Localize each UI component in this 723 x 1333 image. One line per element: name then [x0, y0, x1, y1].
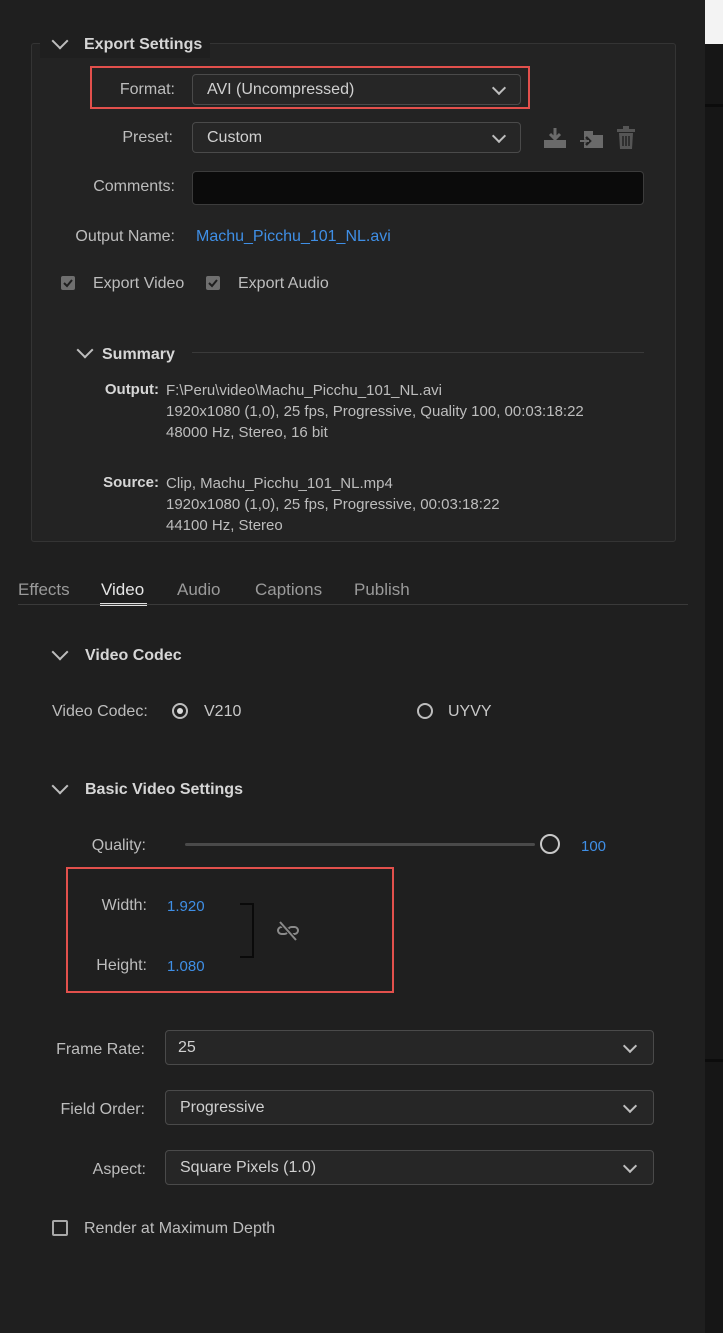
basic-video-settings-title: Basic Video Settings	[85, 781, 243, 798]
quality-label: Quality:	[91, 837, 146, 854]
video-codec-toggle[interactable]: Video Codec	[50, 643, 200, 667]
codec-option-v210[interactable]: V210	[172, 702, 252, 722]
field-order-dropdown[interactable]: Progressive	[165, 1090, 654, 1125]
preset-value: Custom	[207, 128, 263, 146]
render-max-depth-checkbox[interactable]: Render at Maximum Depth	[52, 1219, 292, 1241]
tab-effects[interactable]: Effects	[18, 580, 70, 600]
chevron-down-icon	[51, 643, 69, 661]
summary-output-audio: 48000 Hz, Stereo, 16 bit	[166, 424, 328, 441]
chevron-down-icon	[51, 777, 69, 795]
tab-bar-divider	[18, 604, 688, 605]
field-order-value: Progressive	[180, 1098, 265, 1116]
checkbox-unchecked-icon	[52, 1220, 68, 1236]
export-audio-checkbox[interactable]: Export Audio	[206, 275, 336, 295]
import-preset-icon[interactable]	[580, 127, 604, 149]
preset-label: Preset:	[122, 129, 173, 146]
quality-slider-track	[185, 843, 535, 846]
tab-audio[interactable]: Audio	[177, 580, 220, 600]
aspect-value: Square Pixels (1.0)	[180, 1158, 317, 1176]
summary-source-details: Clip, Machu_Picchu_101_NL.mp4 1920x1080 …	[166, 473, 666, 536]
adjacent-panel-top	[705, 0, 723, 44]
output-name-label: Output Name:	[75, 228, 175, 245]
aspect-label: Aspect:	[92, 1161, 146, 1178]
chevron-down-icon	[491, 128, 507, 143]
codec-option-v210-label: V210	[204, 703, 242, 720]
field-order-label: Field Order:	[60, 1101, 145, 1118]
video-codec-label: Video Codec:	[52, 703, 148, 720]
chevron-down-icon	[622, 1098, 638, 1113]
checkbox-checked-icon	[61, 276, 75, 290]
codec-option-uyvy[interactable]: UYVY	[417, 702, 507, 722]
export-settings-toggle[interactable]: Export Settings	[50, 32, 210, 58]
comments-input[interactable]	[192, 171, 644, 205]
adjacent-panel-divider	[705, 104, 723, 107]
dimensions-highlight	[66, 867, 394, 993]
preset-dropdown[interactable]: Custom	[192, 122, 521, 153]
chevron-down-icon	[51, 32, 69, 50]
quality-value[interactable]: 100	[581, 838, 606, 855]
frame-rate-dropdown[interactable]: 25	[165, 1030, 654, 1065]
basic-video-settings-toggle[interactable]: Basic Video Settings	[50, 777, 250, 801]
export-settings-title: Export Settings	[84, 36, 203, 53]
aspect-dropdown[interactable]: Square Pixels (1.0)	[165, 1150, 654, 1185]
delete-preset-icon[interactable]	[616, 126, 636, 150]
summary-output-path: F:\Peru\video\Machu_Picchu_101_NL.avi	[166, 382, 442, 399]
tab-video[interactable]: Video	[101, 580, 144, 600]
save-preset-icon[interactable]	[543, 127, 567, 149]
summary-title: Summary	[102, 346, 175, 363]
summary-output-video: 1920x1080 (1,0), 25 fps, Progressive, Qu…	[166, 403, 584, 420]
chevron-down-icon	[622, 1038, 638, 1053]
export-video-label: Export Video	[93, 275, 185, 292]
format-highlight	[90, 66, 530, 109]
render-max-depth-label: Render at Maximum Depth	[84, 1220, 276, 1237]
chevron-down-icon	[76, 341, 94, 359]
tab-captions[interactable]: Captions	[255, 580, 322, 600]
output-name-link[interactable]: Machu_Picchu_101_NL.avi	[196, 228, 391, 246]
summary-output-label: Output:	[104, 381, 159, 398]
export-video-checkbox[interactable]: Export Video	[61, 275, 191, 295]
frame-rate-label: Frame Rate:	[56, 1041, 145, 1058]
adjacent-panel-strip	[705, 0, 723, 1333]
adjacent-panel-divider	[705, 1059, 723, 1062]
summary-source-video: 1920x1080 (1,0), 25 fps, Progressive, 00…	[166, 496, 500, 513]
summary-source-label: Source:	[103, 474, 159, 491]
chevron-down-icon	[622, 1158, 638, 1173]
summary-divider	[192, 352, 644, 353]
summary-source-audio: 44100 Hz, Stereo	[166, 517, 283, 534]
summary-toggle[interactable]: Summary	[74, 341, 184, 366]
tab-publish[interactable]: Publish	[354, 580, 410, 600]
codec-option-uyvy-label: UYVY	[448, 703, 492, 720]
video-codec-title: Video Codec	[85, 647, 182, 664]
radio-unselected-icon	[417, 703, 433, 719]
frame-rate-value: 25	[178, 1038, 196, 1056]
radio-selected-icon	[172, 703, 188, 719]
quality-slider[interactable]	[185, 834, 561, 858]
summary-source-clip: Clip, Machu_Picchu_101_NL.mp4	[166, 475, 393, 492]
export-audio-label: Export Audio	[238, 275, 329, 292]
summary-output-details: F:\Peru\video\Machu_Picchu_101_NL.avi 19…	[166, 380, 666, 443]
comments-label: Comments:	[93, 178, 175, 195]
quality-slider-thumb[interactable]	[540, 834, 560, 854]
checkbox-checked-icon	[206, 276, 220, 290]
